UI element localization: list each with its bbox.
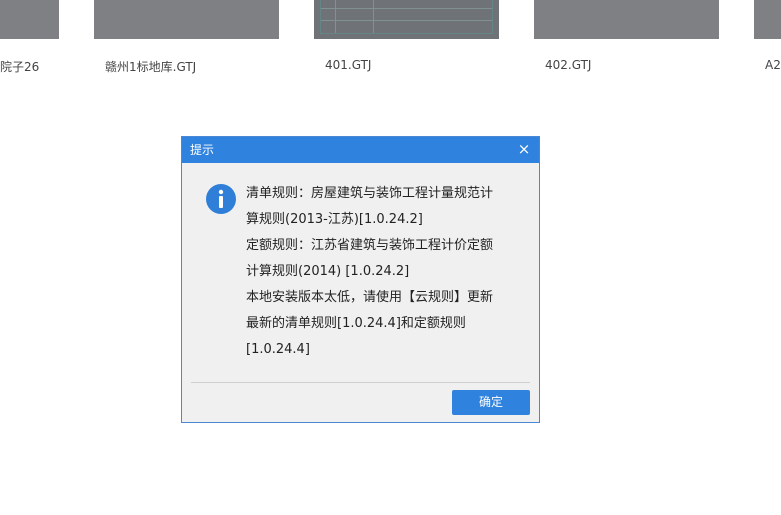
file-thumbnail[interactable] — [314, 0, 499, 39]
file-name[interactable]: 402.GTJ — [545, 58, 591, 72]
file-name[interactable]: 赣州1标地库.GTJ — [105, 58, 196, 75]
message-line: 清单规则：房屋建筑与装饰工程计量规范计 — [246, 186, 494, 201]
dialog-title: 提示 — [190, 143, 215, 157]
message-line: 最新的清单规则[1.0.24.4]和定额规则 — [246, 316, 466, 331]
file-thumbnail[interactable] — [754, 0, 781, 39]
file-thumbnail[interactable] — [534, 0, 719, 39]
message-line: [1.0.24.4] — [246, 342, 310, 357]
dialog-titlebar[interactable]: 提示 × — [182, 137, 539, 163]
prompt-dialog: 提示 × 清单规则：房屋建筑与装饰工程计量规范计 算规则(2013-江苏)[1.… — [181, 136, 540, 423]
dialog-message: 清单规则：房屋建筑与装饰工程计量规范计 算规则(2013-江苏)[1.0.24.… — [246, 181, 522, 363]
close-icon[interactable]: × — [517, 141, 531, 157]
file-thumbnail[interactable] — [94, 0, 279, 39]
file-name[interactable]: A2 — [765, 58, 781, 72]
message-line: 算规则(2013-江苏)[1.0.24.2] — [246, 212, 423, 227]
divider — [191, 382, 530, 383]
file-name[interactable]: 401.GTJ — [325, 58, 371, 72]
message-line: 计算规则(2014) [1.0.24.2] — [246, 264, 410, 279]
file-name[interactable]: 山院子26 — [0, 58, 39, 75]
message-line: 定额规则：江苏省建筑与装饰工程计价定额 — [246, 238, 494, 253]
ok-button[interactable]: 确定 — [452, 390, 530, 415]
info-icon — [206, 184, 236, 214]
file-thumbnail[interactable] — [0, 0, 59, 39]
message-line: 本地安装版本太低，请使用【云规则】更新 — [246, 290, 494, 305]
